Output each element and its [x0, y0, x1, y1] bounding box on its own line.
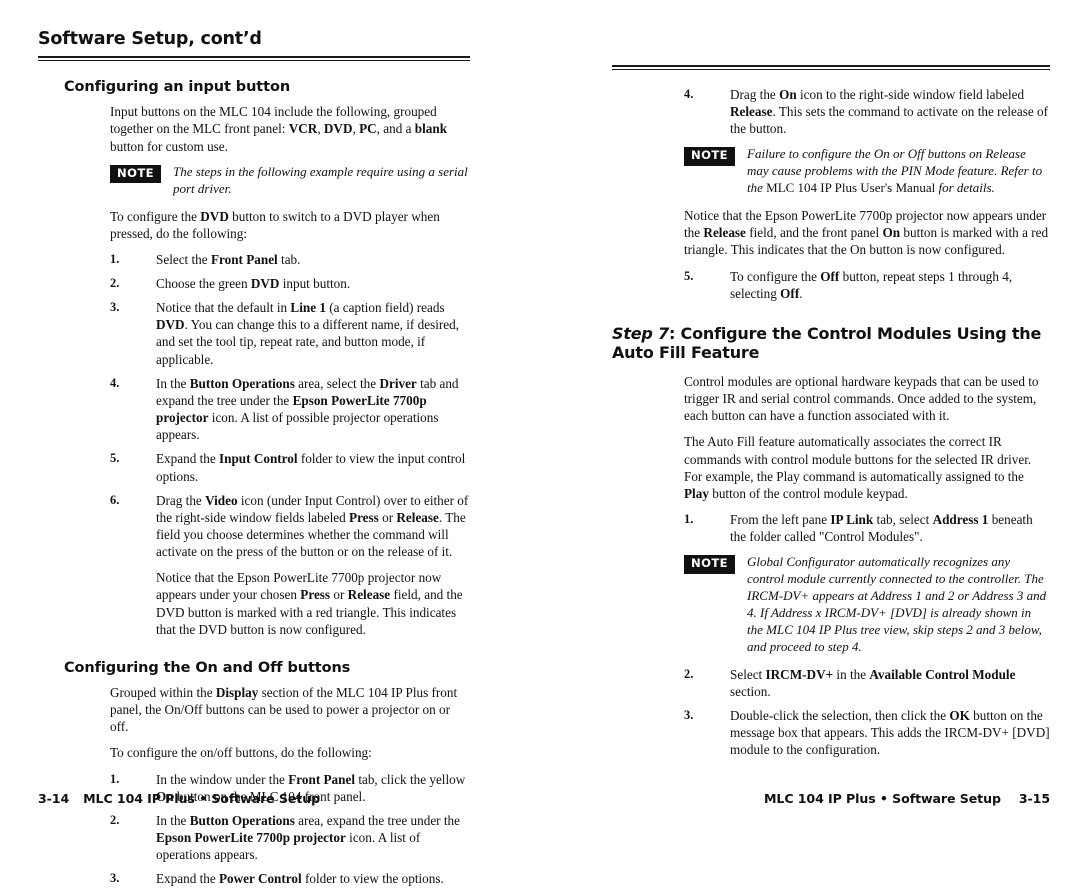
list-item: 1. From the left pane IP Link tab, selec… [612, 511, 1050, 545]
list-number: 5. [110, 451, 120, 466]
paragraph-configure-dvd-intro: To configure the DVD button to switch to… [110, 208, 440, 241]
header-spacer-right [612, 0, 1050, 58]
list-text: Drag the On icon to the right-side windo… [730, 87, 1048, 137]
list-item: 4. Drag the On icon to the right-side wi… [612, 86, 1050, 137]
heading-step-7: Step 7: Configure the Control Modules Us… [612, 324, 1050, 363]
paragraph-epson-appears-under-release: Notice that the Epson PowerLite 7700p pr… [684, 208, 1049, 258]
note-pin-mode: NOTE Failure to configure the On or Off … [612, 146, 1050, 197]
note-text: Global Configurator automatically recogn… [747, 554, 1047, 654]
note-tag: NOTE [110, 164, 161, 184]
list-text: Notice that the default in Line 1 (a cap… [156, 300, 459, 367]
steps-on-button-continued: 4. Drag the On icon to the right-side wi… [612, 86, 1050, 137]
list-text: From the left pane IP Link tab, select A… [730, 512, 1033, 545]
list-text: Choose the green DVD input button. [156, 275, 351, 291]
paragraph-input-buttons-intro: Input buttons on the MLC 104 include the… [110, 104, 448, 154]
list-item: 1. Select the Front Panel tab. [38, 251, 470, 268]
steps-configuring-on-off-buttons: 1. In the window under the Front Panel t… [38, 771, 470, 888]
paragraph-control-modules-intro: Control modules are optional hardware ke… [684, 373, 1039, 424]
note-tag: NOTE [684, 555, 735, 574]
note-serial-port-driver: NOTE The steps in the following example … [38, 164, 470, 198]
list-number: 1. [110, 251, 120, 266]
list-item: 2. In the Button Operations area, expand… [38, 812, 470, 863]
page-right: 4. Drag the On icon to the right-side wi… [540, 0, 1080, 834]
paragraph-display-section-intro: Grouped within the Display section of th… [110, 684, 458, 735]
page-number: 3-15 [1018, 791, 1050, 806]
list-number: 3. [110, 300, 120, 315]
list-item: 5. Expand the Input Control folder to vi… [38, 450, 470, 484]
header-rule-left [38, 56, 470, 62]
list-item: 3. Notice that the default in Line 1 (a … [38, 299, 470, 368]
list-number: 1. [684, 512, 694, 527]
list-number: 2. [684, 666, 694, 681]
step-title: : Configure the Control Modules Using th… [612, 323, 1042, 363]
list-number: 4. [684, 87, 694, 101]
list-number: 5. [684, 268, 694, 283]
note-global-configurator: NOTE Global Configurator automatically r… [612, 554, 1050, 655]
steps-off-button: 5. To configure the Off button, repeat s… [612, 268, 1050, 302]
list-item: 3. Double-click the selection, then clic… [612, 707, 1050, 758]
list-number: 2. [110, 812, 120, 827]
list-text: In the Button Operations area, select th… [156, 375, 459, 443]
list-text: Drag the Video icon (under Input Control… [156, 492, 469, 560]
steps-auto-fill-1: 1. From the left pane IP Link tab, selec… [612, 511, 1050, 545]
list-item: 2. Select IRCM-DV+ in the Available Cont… [612, 666, 1050, 700]
list-item: 4. In the Button Operations area, select… [38, 375, 470, 444]
list-item: 3. Expand the Power Control folder to vi… [38, 870, 470, 887]
heading-configuring-an-input-button: Configuring an input button [64, 79, 291, 96]
list-text: In the Button Operations area, expand th… [156, 812, 460, 863]
list-number: 3. [110, 871, 120, 886]
header-rule-right [612, 65, 1050, 70]
footer-left: 3-14 MLC 104 IP Plus • Software Setup [38, 791, 320, 806]
steps-auto-fill-2: 2. Select IRCM-DV+ in the Available Cont… [612, 666, 1050, 759]
page-number: 3-14 [38, 791, 70, 806]
list-number: 1. [110, 771, 120, 786]
paragraph-configure-onoff-intro: To configure the on/off buttons, do the … [110, 745, 372, 761]
list-item: 2. Choose the green DVD input button. [38, 275, 470, 292]
step-label: Step 7 [612, 323, 669, 343]
footer-text: MLC 104 IP Plus • Software Setup [83, 791, 321, 806]
list-number: 4. [110, 375, 120, 390]
list-number: 2. [110, 275, 120, 290]
note-text: Failure to configure the On or Off butto… [747, 146, 1043, 196]
list-text: Double-click the selection, then click t… [730, 708, 1050, 758]
list-text: Select the Front Panel tab. [156, 251, 301, 267]
footer-text: MLC 104 IP Plus • Software Setup [763, 791, 1001, 806]
list-text: Expand the Power Control folder to view … [156, 871, 444, 887]
steps-configuring-input-button: 1. Select the Front Panel tab. 2. Choose… [38, 251, 470, 638]
list-number: 3. [684, 708, 694, 723]
paragraph-auto-fill-intro: The Auto Fill feature automatically asso… [684, 434, 1032, 501]
list-number: 6. [110, 492, 120, 507]
page-spread: Software Setup, cont’d Configuring an in… [0, 0, 1080, 886]
heading-configuring-on-off-buttons: Configuring the On and Off buttons [64, 659, 351, 676]
list-text: To configure the Off button, repeat step… [730, 268, 1013, 301]
list-item: 6. Drag the Video icon (under Input Cont… [38, 492, 470, 638]
list-item: 5. To configure the Off button, repeat s… [612, 268, 1050, 302]
note-text: The steps in the following example requi… [173, 163, 468, 196]
footer-right: MLC 104 IP Plus • Software Setup 3-15 [764, 791, 1050, 806]
list-text: Expand the Input Control folder to view … [156, 451, 466, 484]
list-subparagraph: Notice that the Epson PowerLite 7700p pr… [156, 570, 463, 637]
note-tag: NOTE [684, 147, 735, 167]
list-text: Select IRCM-DV+ in the Available Control… [730, 666, 1016, 699]
running-head: Software Setup, cont’d [38, 29, 262, 49]
page-left: Software Setup, cont’d Configuring an in… [0, 0, 540, 886]
